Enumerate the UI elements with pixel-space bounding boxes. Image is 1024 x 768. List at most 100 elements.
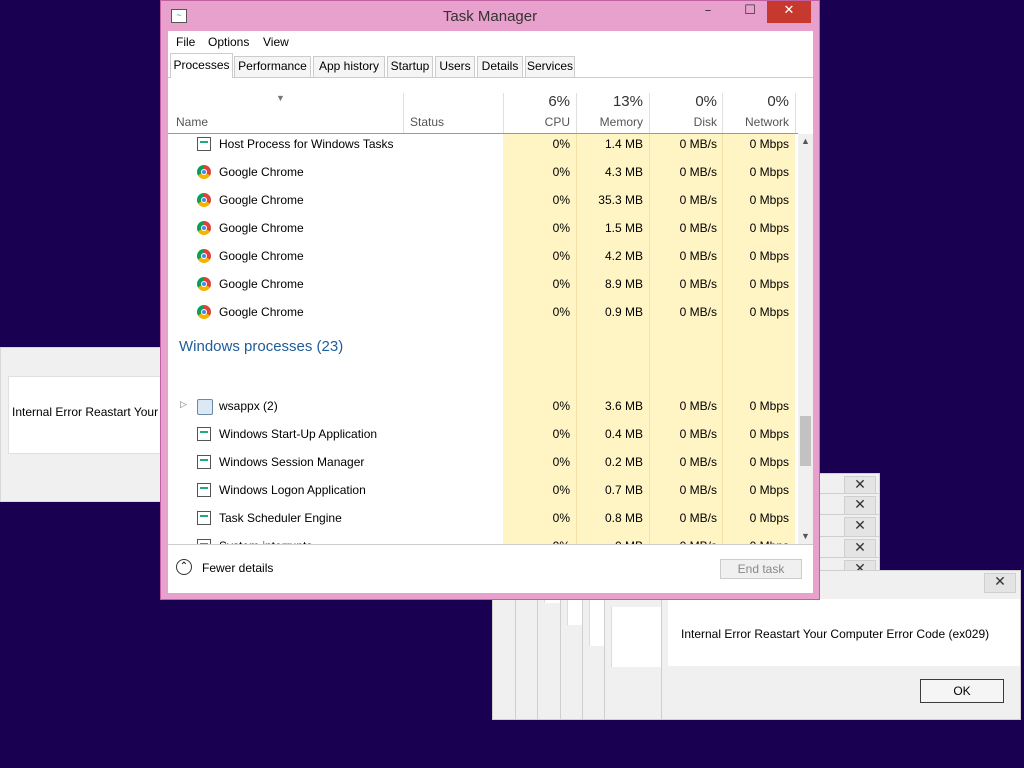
process-cpu: 0% bbox=[552, 483, 570, 497]
column-name[interactable]: Name bbox=[176, 115, 208, 129]
process-disk: 0 MB/s bbox=[679, 455, 717, 469]
process-row[interactable]: Host Process for Windows Tasks 0% 1.4 MB 0 … bbox=[168, 134, 798, 158]
close-icon[interactable]: ✕ bbox=[984, 573, 1016, 593]
tab-details[interactable]: Details bbox=[477, 56, 523, 77]
menu-options[interactable]: Options bbox=[208, 35, 249, 49]
process-name: Google Chrome bbox=[219, 165, 304, 179]
scrollbar-thumb[interactable] bbox=[800, 416, 811, 466]
column-cpu[interactable]: CPU bbox=[508, 115, 570, 129]
process-network: 0 Mbps bbox=[749, 193, 789, 207]
column-divider[interactable] bbox=[503, 93, 504, 133]
column-memory[interactable]: Memory bbox=[578, 115, 643, 129]
column-divider[interactable] bbox=[403, 93, 404, 133]
process-name: Windows Session Manager bbox=[219, 455, 365, 469]
process-cpu: 0% bbox=[552, 193, 570, 207]
column-network[interactable]: Network bbox=[723, 115, 789, 129]
process-cpu: 0% bbox=[552, 165, 570, 179]
footer-bar: ⌃ Fewer details End task bbox=[168, 544, 813, 594]
process-memory: 4.2 MB bbox=[604, 249, 643, 263]
process-memory: 35.3 MB bbox=[598, 193, 643, 207]
window-icon bbox=[197, 427, 211, 441]
tab-processes[interactable]: Processes bbox=[170, 53, 233, 78]
process-row[interactable]: Task Scheduler Engine 0% 0.8 MB 0 MB/s 0 Mbp… bbox=[168, 504, 798, 532]
title-bar[interactable]: ~ Task Manager – ☐ ✕ bbox=[161, 1, 819, 31]
process-name: Google Chrome bbox=[219, 277, 304, 291]
menu-bar: File Options View bbox=[168, 31, 813, 53]
column-divider[interactable] bbox=[795, 93, 796, 133]
process-disk: 0 MB/s bbox=[679, 221, 717, 235]
task-manager-client: File Options View Processes Performance … bbox=[168, 31, 813, 593]
process-memory: 0.7 MB bbox=[604, 483, 643, 497]
process-row[interactable]: Google Chrome 0% 8.9 MB 0 MB/s 0 Mbps bbox=[168, 270, 798, 298]
ok-button[interactable]: OK bbox=[920, 679, 1004, 703]
error-message-left: Internal Error Reastart Your bbox=[12, 405, 159, 419]
sort-arrow-icon: ▼ bbox=[276, 93, 285, 103]
minimize-button[interactable]: – bbox=[693, 1, 723, 23]
end-task-button[interactable]: End task bbox=[720, 559, 802, 579]
process-memory: 0.2 MB bbox=[604, 455, 643, 469]
process-cpu: 0% bbox=[552, 455, 570, 469]
close-icon[interactable]: ✕ bbox=[844, 496, 876, 516]
process-cpu: 0% bbox=[552, 249, 570, 263]
group-title-windows-processes[interactable]: Windows processes (23) bbox=[179, 338, 343, 355]
close-icon[interactable]: ✕ bbox=[844, 517, 876, 537]
process-row[interactable]: Windows Start-Up Application 0% 0.4 MB 0 MB… bbox=[168, 420, 798, 448]
process-row[interactable]: Google Chrome 0% 4.3 MB 0 MB/s 0 Mbps bbox=[168, 158, 798, 186]
process-network: 0 Mbps bbox=[749, 221, 789, 235]
process-name: Windows Start-Up Application bbox=[219, 427, 378, 441]
column-divider[interactable] bbox=[722, 93, 723, 133]
process-network: 0 Mbps bbox=[749, 427, 789, 441]
process-name: wsappx (2) bbox=[219, 399, 278, 413]
fewer-details-label: Fewer details bbox=[202, 561, 274, 575]
process-memory: 1.4 MB bbox=[604, 137, 643, 151]
window-icon bbox=[197, 483, 211, 497]
process-memory: 1.5 MB bbox=[604, 221, 643, 235]
error-dialog-left: Internal Error Reastart Your bbox=[0, 347, 178, 502]
process-network: 0 Mbps bbox=[749, 165, 789, 179]
close-icon[interactable]: ✕ bbox=[844, 539, 876, 559]
process-memory: 0.8 MB bbox=[604, 511, 643, 525]
window-icon bbox=[197, 137, 211, 151]
close-button[interactable]: ✕ bbox=[767, 1, 811, 23]
maximize-button[interactable]: ☐ bbox=[735, 1, 765, 23]
process-cpu: 0% bbox=[552, 399, 570, 413]
tab-startup[interactable]: Startup bbox=[387, 56, 433, 77]
tab-users[interactable]: Users bbox=[435, 56, 475, 77]
process-row[interactable]: Google Chrome 0% 0.9 MB 0 MB/s 0 Mbps bbox=[168, 298, 798, 326]
process-disk: 0 MB/s bbox=[679, 427, 717, 441]
process-name: Google Chrome bbox=[219, 221, 304, 235]
process-list: Windows processes (23) Host Process for … bbox=[168, 134, 798, 544]
menu-file[interactable]: File bbox=[176, 35, 195, 49]
process-row[interactable]: Windows Logon Application 0% 0.7 MB 0 MB/s 0… bbox=[168, 476, 798, 504]
expand-arrow-icon[interactable]: ▷ bbox=[180, 399, 187, 410]
process-row[interactable]: Windows Session Manager 0% 0.2 MB 0 MB/s 0 M… bbox=[168, 448, 798, 476]
tab-performance[interactable]: Performance bbox=[234, 56, 311, 77]
scroll-up-icon[interactable]: ▲ bbox=[798, 134, 813, 149]
process-row[interactable]: ▷ wsappx (2) 0% 3.6 MB 0 MB/s 0 Mbps bbox=[168, 392, 798, 420]
column-divider[interactable] bbox=[576, 93, 577, 133]
process-row[interactable]: Google Chrome 0% 4.2 MB 0 MB/s 0 Mbps bbox=[168, 242, 798, 270]
column-status[interactable]: Status bbox=[410, 115, 444, 129]
process-row[interactable]: System interrupts0%0 MB0 MB/s0 Mbps bbox=[168, 532, 798, 544]
process-cpu: 0% bbox=[552, 427, 570, 441]
process-network: 0 Mbps bbox=[749, 483, 789, 497]
vertical-scrollbar[interactable]: ▲ ▼ bbox=[798, 134, 813, 544]
process-name: Google Chrome bbox=[219, 193, 304, 207]
tab-services[interactable]: Services bbox=[525, 56, 575, 77]
process-network: 0 Mbps bbox=[749, 305, 789, 319]
tab-app-history[interactable]: App history bbox=[313, 56, 385, 77]
process-network: 0 Mbps bbox=[749, 455, 789, 469]
menu-view[interactable]: View bbox=[263, 35, 289, 49]
process-disk: 0 MB/s bbox=[679, 193, 717, 207]
process-row[interactable]: Google Chrome 0% 1.5 MB 0 MB/s 0 Mbps bbox=[168, 214, 798, 242]
column-divider[interactable] bbox=[649, 93, 650, 133]
chrome-icon bbox=[197, 249, 211, 263]
column-disk[interactable]: Disk bbox=[653, 115, 717, 129]
error-message: Internal Error Reastart Your Computer Er… bbox=[681, 627, 990, 641]
process-row[interactable]: Google Chrome 0% 35.3 MB 0 MB/s 0 Mbps bbox=[168, 186, 798, 214]
process-name: Google Chrome bbox=[219, 249, 304, 263]
scroll-down-icon[interactable]: ▼ bbox=[798, 529, 813, 544]
task-manager-window: ~ Task Manager – ☐ ✕ File Options View P… bbox=[160, 0, 820, 600]
process-name: Windows Logon Application bbox=[219, 483, 366, 497]
process-name: Task Scheduler Engine bbox=[219, 511, 342, 525]
